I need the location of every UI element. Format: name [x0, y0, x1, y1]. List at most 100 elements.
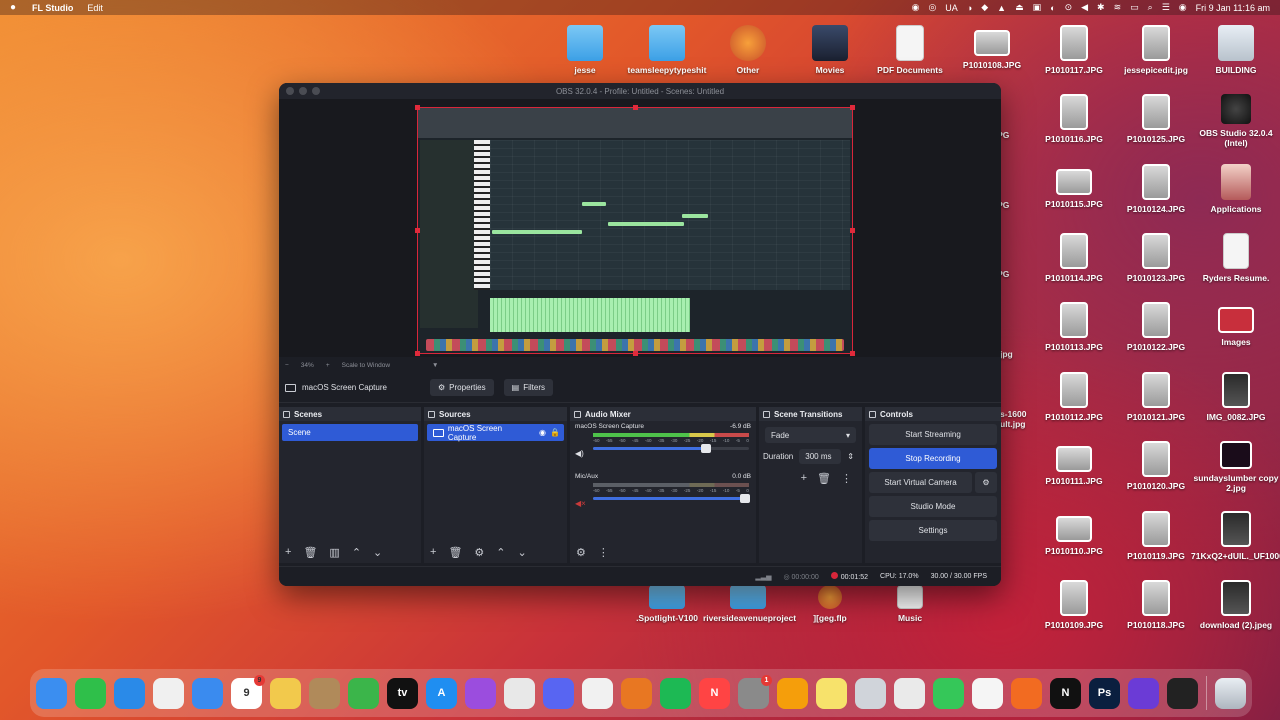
- desktop-item-p1010114[interactable]: P1010114.JPG: [1029, 233, 1119, 283]
- clock[interactable]: Fri 9 Jan 11:16 am: [1196, 3, 1270, 13]
- desktop-item-teamsleepytypeshit[interactable]: teamsleepytypeshit: [622, 25, 712, 75]
- source-properties-icon[interactable]: ⚙: [474, 546, 484, 559]
- control-center-icon[interactable]: ☰: [1162, 2, 1170, 13]
- source-item[interactable]: macOS Screen Capture ◉ 🔒: [427, 424, 564, 442]
- desktop-item-p1010109[interactable]: P1010109.JPG: [1029, 580, 1119, 630]
- resize-handle[interactable]: [415, 351, 420, 356]
- dock-app-app-store-icon[interactable]: A: [426, 677, 457, 709]
- dock-app-launchpad-icon[interactable]: [504, 677, 535, 709]
- status-app-icon-5[interactable]: ◐: [1050, 3, 1055, 13]
- dock-app-mail-icon[interactable]: [192, 677, 223, 709]
- dock-app-calendar-icon[interactable]: 99: [231, 674, 265, 709]
- dock-app-fl-studio-icon[interactable]: [621, 677, 652, 709]
- dock-app-chrome-icon[interactable]: [582, 677, 613, 709]
- dock-app-safari-icon[interactable]: [114, 677, 145, 709]
- desktop-item-jessepicedit[interactable]: jessepicedit.jpg: [1111, 25, 1201, 75]
- preview-canvas[interactable]: [279, 99, 1001, 357]
- volume-knob[interactable]: [739, 494, 750, 503]
- add-transition-icon[interactable]: +: [801, 472, 807, 485]
- properties-button[interactable]: ⚙ Properties: [430, 379, 494, 396]
- search-icon[interactable]: ⌕: [1148, 2, 1153, 13]
- dock-app-freeform-icon[interactable]: [153, 677, 184, 709]
- desktop-item-applications[interactable]: Applications: [1191, 164, 1280, 214]
- desktop-item-p1010122[interactable]: P1010122.JPG: [1111, 302, 1201, 352]
- volume-icon[interactable]: ◀: [1081, 2, 1088, 13]
- dock-app-obs-icon[interactable]: [1167, 677, 1198, 709]
- start-virtual-camera-button[interactable]: Start Virtual Camera: [869, 472, 972, 493]
- desktop-item-building[interactable]: BUILDING: [1191, 25, 1280, 75]
- status-app-icon-4[interactable]: ▣: [1033, 2, 1042, 13]
- stop-recording-button[interactable]: Stop Recording: [869, 448, 997, 469]
- trash-icon[interactable]: [1215, 677, 1246, 709]
- dock-app-photos-icon[interactable]: [270, 677, 301, 709]
- add-scene-icon[interactable]: +: [285, 546, 291, 558]
- resize-handle[interactable]: [850, 351, 855, 356]
- dock-app-preview-icon[interactable]: [855, 677, 886, 709]
- transition-select[interactable]: Fade ▾: [765, 427, 856, 443]
- camera-icon[interactable]: ◆: [981, 2, 988, 13]
- remove-scene-icon[interactable]: 🗑: [303, 546, 317, 559]
- speaker-icon[interactable]: ◀): [575, 449, 584, 458]
- desktop-item-obs-studio[interactable]: OBS Studio 32.0.4 (Intel): [1191, 94, 1280, 148]
- siri-icon[interactable]: ◉: [1179, 2, 1187, 13]
- title-bar[interactable]: OBS 32.0.4 - Profile: Untitled - Scenes:…: [279, 83, 1001, 99]
- desktop-item-jesse[interactable]: jesse: [540, 25, 630, 75]
- volume-slider[interactable]: [593, 494, 750, 503]
- transition-more-icon[interactable]: ⋮: [841, 472, 852, 485]
- resize-handle[interactable]: [633, 351, 638, 356]
- dock-app-discord-icon[interactable]: [543, 677, 574, 709]
- desktop-item-p1010123[interactable]: P1010123.JPG: [1111, 233, 1201, 283]
- move-up-icon[interactable]: ⌃: [352, 546, 361, 559]
- volume-knob[interactable]: [700, 444, 711, 453]
- dock-app-photoshop-icon[interactable]: Ps: [1089, 677, 1120, 709]
- dock-app-airplane-icon[interactable]: [894, 677, 925, 709]
- resize-handle[interactable]: [415, 228, 420, 233]
- resize-handle[interactable]: [415, 105, 420, 110]
- move-down-icon[interactable]: ⌄: [373, 546, 382, 559]
- desktop-item-geg-flp[interactable]: ][geg.flp: [785, 585, 875, 623]
- desktop-item-img-0082[interactable]: IMG_0082.JPG: [1191, 372, 1280, 422]
- dock-app-podcasts-icon[interactable]: [465, 677, 496, 709]
- dropdown-arrow-icon[interactable]: ▼: [432, 362, 438, 369]
- desktop-item-p1010115[interactable]: P1010115.JPG: [1029, 164, 1119, 209]
- status-app-icon-3[interactable]: ▲: [997, 3, 1006, 13]
- desktop-item-p1010116[interactable]: P1010116.JPG: [1029, 94, 1119, 144]
- desktop-item-other[interactable]: Other: [703, 25, 793, 75]
- muted-speaker-icon[interactable]: ◀×: [575, 499, 586, 508]
- screen-capture-preview[interactable]: [415, 105, 855, 356]
- battery-icon[interactable]: ▭: [1130, 2, 1139, 13]
- desktop-item-p1010118[interactable]: P1010118.JPG: [1111, 580, 1201, 630]
- dock-app-ableton-icon[interactable]: [1128, 677, 1159, 709]
- start-streaming-button[interactable]: Start Streaming: [869, 424, 997, 445]
- desktop-item-p1010124[interactable]: P1010124.JPG: [1111, 164, 1201, 214]
- eject-icon[interactable]: ⏏: [1015, 2, 1024, 13]
- dock-app-native-instruments-icon[interactable]: N: [1050, 677, 1081, 709]
- dock-app-notes-icon[interactable]: [816, 677, 847, 709]
- settings-button[interactable]: Settings: [869, 520, 997, 541]
- dock-app-messages-icon[interactable]: [933, 677, 964, 709]
- status-app-icon-2[interactable]: ◑: [967, 3, 972, 13]
- resize-handle[interactable]: [850, 105, 855, 110]
- scene-filter-icon[interactable]: ▥: [329, 546, 339, 559]
- dock-app-facetime-icon[interactable]: [75, 677, 106, 709]
- lock-icon[interactable]: 🔒: [550, 428, 560, 437]
- studio-mode-button[interactable]: Studio Mode: [869, 496, 997, 517]
- bluetooth-icon[interactable]: ✱: [1097, 2, 1105, 13]
- dock-app-finder-icon[interactable]: [36, 677, 67, 709]
- status-app-icon-6[interactable]: ⊙: [1065, 2, 1073, 13]
- dock-app-contacts-icon[interactable]: [309, 677, 340, 709]
- dock-app-news-icon[interactable]: N: [699, 677, 730, 709]
- desktop-item-riversideavenueproject[interactable]: riversideavenueproject: [703, 585, 796, 623]
- desktop-item-images[interactable]: Images: [1191, 302, 1280, 347]
- desktop-item-p1010108[interactable]: P1010108.JPG: [947, 25, 1037, 70]
- desktop-item-p1010125[interactable]: P1010125.JPG: [1111, 94, 1201, 144]
- advanced-audio-icon[interactable]: ⚙: [576, 546, 586, 559]
- resize-handle[interactable]: [633, 105, 638, 110]
- scale-mode[interactable]: Scale to Window: [342, 362, 390, 369]
- resize-handle[interactable]: [850, 228, 855, 233]
- volume-slider[interactable]: [593, 444, 749, 453]
- desktop-item-spotlight[interactable]: .Spotlight-V100: [622, 585, 712, 623]
- more-options-icon[interactable]: ⋮: [598, 546, 609, 559]
- desktop-item-p1010110[interactable]: P1010110.JPG: [1029, 511, 1119, 556]
- desktop-item-pdf-documents[interactable]: PDF Documents: [865, 25, 955, 75]
